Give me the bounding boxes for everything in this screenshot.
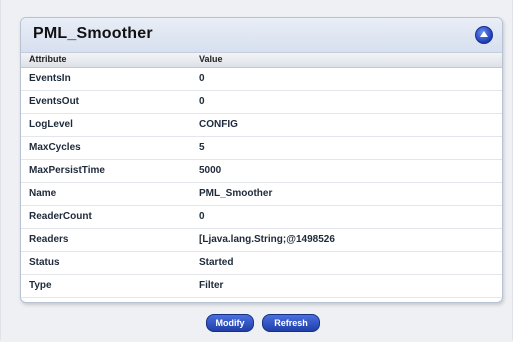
- attribute-value: Filter: [199, 280, 224, 291]
- component-panel: PML_Smoother Attribute Value EventsIn 0 …: [20, 17, 503, 303]
- column-header-attribute: Attribute: [29, 54, 67, 64]
- table-row: Name PML_Smoother: [21, 183, 502, 206]
- table-row: Status Started: [21, 252, 502, 275]
- attribute-value: Started: [199, 257, 234, 268]
- table-row: EventsOut 0: [21, 91, 502, 114]
- attribute-value: 5: [199, 142, 205, 153]
- table-row: Type Filter: [21, 275, 502, 298]
- table-row: LogLevel CONFIG: [21, 114, 502, 137]
- attribute-name: Name: [29, 188, 57, 199]
- attribute-value: 5000: [199, 165, 222, 176]
- attribute-value: CONFIG: [199, 119, 238, 130]
- attribute-name: MaxCycles: [29, 142, 81, 153]
- table-header: Attribute Value: [21, 53, 502, 68]
- attribute-value: 0: [199, 73, 205, 84]
- table-row: EventsIn 0: [21, 68, 502, 91]
- refresh-button[interactable]: Refresh: [262, 314, 320, 332]
- chevron-up-circle-icon[interactable]: [475, 26, 493, 44]
- attribute-name: Status: [29, 257, 60, 268]
- attribute-name: MaxPersistTime: [29, 165, 105, 176]
- attribute-name: EventsIn: [29, 73, 71, 84]
- attribute-value: [Ljava.lang.String;@1498526: [199, 234, 335, 245]
- attribute-name: Type: [29, 280, 52, 291]
- column-header-value: Value: [199, 54, 223, 64]
- attribute-name: Readers: [29, 234, 69, 245]
- attribute-value: PML_Smoother: [199, 188, 273, 199]
- attribute-value: 0: [199, 211, 205, 222]
- modify-button[interactable]: Modify: [206, 314, 254, 332]
- panel-header: PML_Smoother: [21, 18, 502, 53]
- attribute-table: EventsIn 0 EventsOut 0 LogLevel CONFIG M…: [21, 68, 502, 298]
- attribute-value: 0: [199, 96, 205, 107]
- table-row: Readers [Ljava.lang.String;@1498526: [21, 229, 502, 252]
- table-row: ReaderCount 0: [21, 206, 502, 229]
- table-row: MaxPersistTime 5000: [21, 160, 502, 183]
- attribute-name: EventsOut: [29, 96, 80, 107]
- attribute-name: ReaderCount: [29, 211, 92, 222]
- panel-title: PML_Smoother: [33, 25, 153, 42]
- table-row: MaxCycles 5: [21, 137, 502, 160]
- attribute-name: LogLevel: [29, 119, 73, 130]
